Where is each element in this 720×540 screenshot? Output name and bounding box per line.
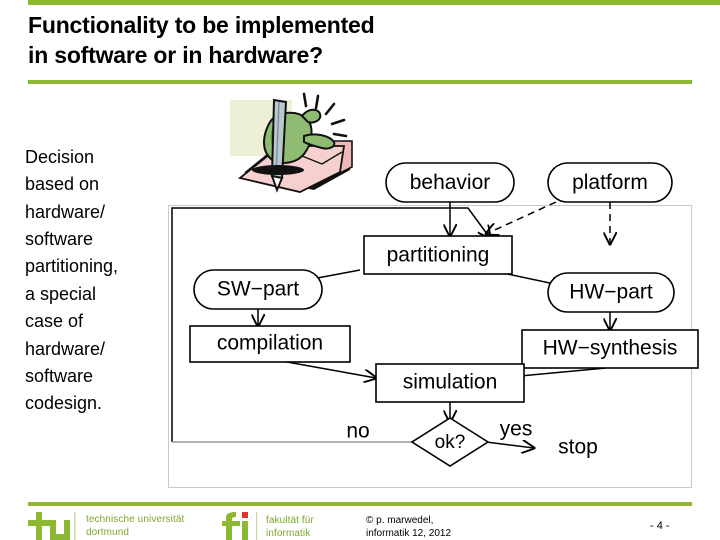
node-partitioning[interactable]: partitioning xyxy=(363,235,513,275)
fakultaet-informatik-logo: fakultät für informatik xyxy=(222,512,362,540)
edge-platform-to-partitioning xyxy=(486,201,557,234)
node-simulation-label: simulation xyxy=(403,371,498,394)
node-ok-label: ok? xyxy=(435,432,466,453)
node-behavior[interactable]: behavior xyxy=(385,162,515,203)
node-compilation-label: compilation xyxy=(217,332,323,355)
body-text-line: software xyxy=(25,229,94,250)
node-partitioning-label: partitioning xyxy=(387,244,490,267)
body-text-line: case of xyxy=(25,311,84,332)
node-ok-decision[interactable]: ok? xyxy=(410,417,490,467)
body-text-line: hardware/ xyxy=(25,201,106,222)
page-title-line-2: in software or in hardware? xyxy=(28,42,323,69)
hw-sw-codesign-flow-diagram: behavior platform partitioning SW−part H… xyxy=(171,162,699,467)
tu-dortmund-logo: technische universität dortmund xyxy=(28,512,203,540)
node-sw-part[interactable]: SW−part xyxy=(193,269,323,310)
node-hw-part-label: HW−part xyxy=(569,281,653,304)
terminal-stop-label: stop xyxy=(558,436,598,459)
edge-label-no: no xyxy=(346,420,369,443)
slide-footer: technische universität dortmund fakultät… xyxy=(0,506,720,540)
slide-canvas: Functionality to be implemented in softw… xyxy=(0,0,720,540)
tu-dortmund-logo-text: technische universität dortmund xyxy=(86,514,184,539)
node-platform[interactable]: platform xyxy=(547,162,673,203)
node-hw-synthesis[interactable]: HW−synthesis xyxy=(521,329,699,369)
page-title: Functionality to be implemented in softw… xyxy=(28,10,668,71)
tu-dortmund-mark-icon xyxy=(28,512,76,540)
body-text-line: codesign. xyxy=(25,393,103,414)
node-simulation[interactable]: simulation xyxy=(375,363,525,403)
title-divider-rule xyxy=(28,80,692,84)
node-compilation[interactable]: compilation xyxy=(189,325,351,363)
copyright-notice: © p. marwedel, informatik 12, 2012 xyxy=(366,514,451,540)
node-platform-label: platform xyxy=(572,171,648,194)
body-text-line: Decision xyxy=(25,147,95,167)
copyright-line-2: informatik 12, 2012 xyxy=(366,528,452,540)
edge-label-yes: yes xyxy=(500,418,533,441)
page-title-line-1: Functionality to be implemented xyxy=(28,12,375,38)
node-hw-part[interactable]: HW−part xyxy=(547,272,675,313)
body-text-line: partitioning, xyxy=(25,256,119,277)
tu-logo-line-1: technische universität xyxy=(86,514,185,525)
fi-logo-line-2: informatik xyxy=(266,527,311,539)
body-text-line: based on xyxy=(25,174,100,195)
node-sw-part-label: SW−part xyxy=(217,278,299,301)
copyright-line-1: © p. marwedel, xyxy=(366,515,434,526)
body-text-line: hardware/ xyxy=(25,338,106,359)
body-text-line: software xyxy=(25,365,94,386)
page-number: - 4 - xyxy=(650,520,670,532)
tu-logo-line-2: dortmund xyxy=(86,526,130,538)
fakultaet-informatik-mark-icon xyxy=(222,512,258,540)
body-text-block: Decision based on hardware/ software par… xyxy=(25,144,175,418)
edge-ok-yes-to-stop xyxy=(485,442,534,448)
body-text-line: a special xyxy=(25,283,97,304)
node-hw-synthesis-label: HW−synthesis xyxy=(543,337,678,360)
fi-logo-line-1: fakultät für xyxy=(266,515,314,526)
top-accent-bar xyxy=(28,0,720,5)
node-behavior-label: behavior xyxy=(410,171,491,194)
fakultaet-informatik-logo-text: fakultät für informatik xyxy=(266,515,314,540)
